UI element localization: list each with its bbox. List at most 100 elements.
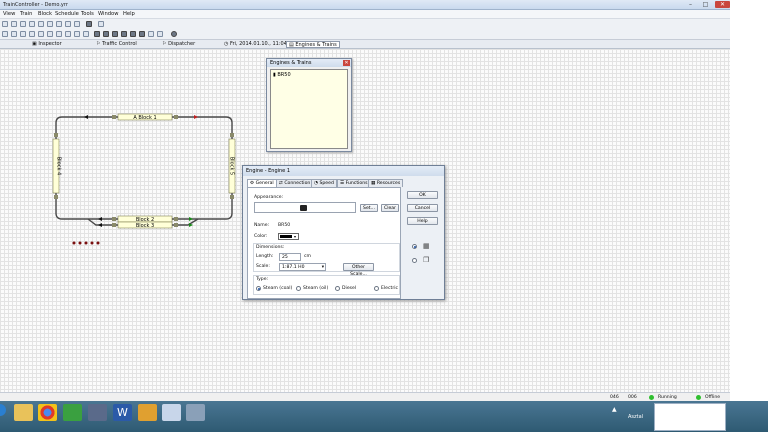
menu-window[interactable]: Window (98, 11, 118, 17)
menu-tools[interactable]: Tools (81, 11, 94, 17)
help-icon[interactable] (98, 21, 104, 27)
tab-traffic-control[interactable]: ⚐ Traffic Control (94, 41, 139, 48)
order-icon[interactable] (74, 31, 80, 37)
menu-train[interactable]: Train (20, 11, 32, 17)
stop-icon[interactable] (94, 31, 100, 37)
view-bar: ▣ Inspector ⚐ Traffic Control ⚐ Dispatch… (0, 40, 730, 49)
tray-arrow-icon[interactable]: ▲ (612, 406, 617, 413)
maximize-icon[interactable]: □ (700, 1, 711, 8)
set-button[interactable]: Set... (360, 204, 378, 212)
paste-icon[interactable] (47, 21, 53, 27)
engines-trains-list[interactable]: ▮ BR50 (270, 69, 348, 149)
align-top-icon[interactable] (29, 31, 35, 37)
start-button-icon[interactable] (0, 404, 6, 416)
group-icon[interactable] (56, 31, 62, 37)
radio-view-list[interactable] (412, 244, 417, 249)
menu-schedule[interactable]: Schedule (55, 11, 79, 17)
radio-diesel[interactable] (335, 286, 340, 291)
scale-select[interactable]: 1:87.1 H0 ▾ (279, 263, 326, 271)
appearance-preview[interactable] (254, 202, 356, 213)
color-picker[interactable]: ▾ (278, 233, 299, 240)
layer-icon[interactable] (65, 31, 71, 37)
offline-status[interactable]: Offline (705, 395, 720, 400)
app-icon[interactable] (88, 404, 107, 421)
menu-help[interactable]: Help (123, 11, 135, 17)
tab-engines-trains[interactable]: ▤ Engines & Trains (286, 41, 340, 48)
word-icon[interactable]: W (113, 404, 132, 421)
menu-bar: View Train Block Schedule Tools Window H… (0, 10, 730, 19)
counter-1: 046 (610, 395, 619, 400)
fast-forward-icon[interactable] (121, 31, 127, 37)
block-4[interactable]: Block 4 (52, 138, 62, 194)
notification-area[interactable] (654, 403, 726, 431)
record-icon[interactable] (130, 31, 136, 37)
tab-functions-label: Functions (345, 181, 368, 186)
distribute-icon[interactable] (47, 31, 53, 37)
close-icon[interactable]: ✕ (343, 60, 350, 66)
close-icon[interactable]: ✕ (715, 1, 730, 8)
align-center-icon[interactable] (11, 31, 17, 37)
diesel-label: Diesel (342, 286, 357, 291)
list-item-label: BR50 (277, 72, 291, 78)
mail-icon[interactable] (138, 404, 157, 421)
power-icon[interactable] (86, 21, 92, 27)
grid-icon[interactable] (74, 21, 80, 27)
other-scale-button[interactable]: Other Scale... (343, 263, 374, 277)
engines-trains-title: Engines & Trains (267, 59, 351, 67)
block-5[interactable]: Block 5 (229, 138, 236, 194)
desktop-label[interactable]: Asztal (628, 414, 643, 420)
clear-button[interactable]: Clear (381, 204, 399, 212)
redo-icon[interactable] (20, 21, 26, 27)
tab-connection[interactable]: ⇄ Connection (276, 179, 314, 187)
align-left-icon[interactable] (2, 31, 8, 37)
lock-icon[interactable] (83, 31, 89, 37)
menu-block[interactable]: Block (38, 11, 52, 17)
tab-inspector[interactable]: ▣ Inspector (30, 41, 64, 48)
chevron-down-icon: ▾ (321, 265, 324, 270)
explorer-icon[interactable] (14, 404, 33, 421)
ok-button[interactable]: OK (407, 191, 438, 199)
download-icon[interactable] (63, 404, 82, 421)
menu-view[interactable]: View (3, 11, 15, 17)
cancel-button[interactable]: Cancel (407, 204, 438, 212)
schedule-icon[interactable] (157, 31, 163, 37)
cut-icon[interactable] (29, 21, 35, 27)
list-item[interactable]: ▮ BR50 (273, 72, 291, 78)
tab-functions[interactable]: ☰ Functions (337, 179, 371, 187)
scale-value: 1:87.1 H0 (282, 265, 305, 270)
settings-icon[interactable] (186, 404, 205, 421)
radio-view-3d[interactable] (412, 258, 417, 263)
radio-electric[interactable] (374, 286, 379, 291)
block-1[interactable]: A Block 1 (117, 113, 173, 121)
new-icon[interactable] (2, 21, 8, 27)
zoom-icon[interactable] (65, 21, 71, 27)
radio-steam-coal[interactable] (256, 286, 261, 291)
route-icon[interactable] (148, 31, 154, 37)
minimize-icon[interactable]: – (685, 1, 696, 8)
play-icon[interactable] (112, 31, 118, 37)
signal-arrows[interactable] (84, 115, 198, 227)
help-button[interactable]: Help (407, 217, 438, 225)
tab-speed[interactable]: ◔ Speed (311, 179, 337, 187)
undo-icon[interactable] (11, 21, 17, 27)
copy-icon[interactable] (38, 21, 44, 27)
main-loop-track (55, 116, 233, 220)
align-right-icon[interactable] (20, 31, 26, 37)
emergency-stop-icon[interactable] (171, 31, 177, 37)
unplaced-items[interactable] (72, 241, 100, 245)
name-field[interactable]: BR50 (278, 223, 290, 228)
select-icon[interactable] (56, 21, 62, 27)
radio-steam-oil[interactable] (296, 286, 301, 291)
loop-icon[interactable] (139, 31, 145, 37)
length-input[interactable]: 25 (279, 253, 301, 261)
chrome-icon[interactable] (38, 404, 57, 421)
tab-dispatcher[interactable]: ⚐ Dispatcher (160, 41, 197, 48)
step-icon[interactable] (103, 31, 109, 37)
block-3[interactable]: Block 3 (117, 221, 173, 229)
align-bottom-icon[interactable] (38, 31, 44, 37)
traincontroller-icon[interactable] (162, 404, 181, 421)
tab-general[interactable]: ⚙ General (247, 179, 277, 187)
tab-resources[interactable]: ▦ Resources (368, 179, 404, 187)
running-status[interactable]: Running (658, 395, 677, 400)
title-bar: TrainController - Demo.yrr – □ ✕ (0, 0, 730, 10)
